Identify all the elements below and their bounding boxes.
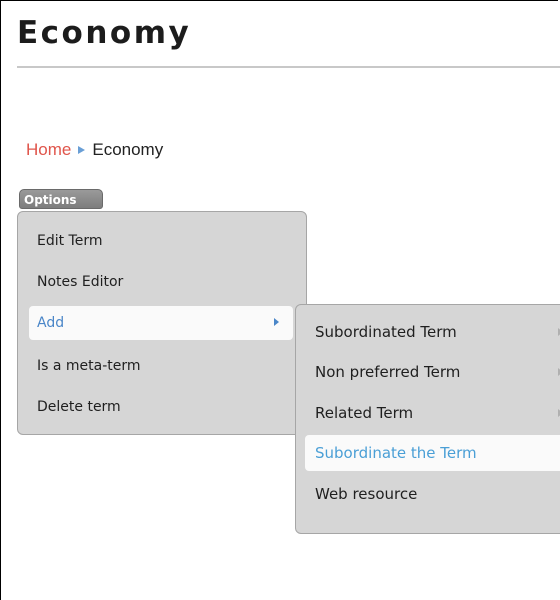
submenu-item-label: Non preferred Term	[315, 363, 461, 381]
breadcrumb: Home Economy	[26, 140, 163, 160]
options-menu: Edit Term Notes Editor Add Is a meta-ter…	[17, 211, 307, 435]
submenu-item-label: Web resource	[315, 485, 418, 503]
submenu-item-label: Subordinated Term	[315, 323, 457, 341]
chevron-right-icon	[274, 318, 279, 326]
title-divider	[17, 66, 560, 68]
submenu-item-non-preferred-term[interactable]: Non preferred Term	[305, 354, 560, 390]
menu-item-label: Is a meta-term	[37, 358, 141, 374]
submenu-item-related-term[interactable]: Related Term	[305, 395, 560, 431]
right-triangle-icon	[78, 146, 86, 154]
submenu-item-web-resource[interactable]: Web resource	[305, 476, 560, 512]
breadcrumb-home-link[interactable]: Home	[26, 140, 71, 160]
submenu-item-subordinate-the-term[interactable]: Subordinate the Term	[305, 435, 560, 471]
submenu-item-label: Subordinate the Term	[315, 444, 477, 462]
menu-item-add[interactable]: Add	[29, 306, 293, 340]
breadcrumb-current: Economy	[92, 140, 164, 159]
menu-item-notes-editor[interactable]: Notes Editor	[29, 265, 123, 299]
menu-item-label: Add	[37, 315, 65, 331]
options-button[interactable]: Options	[19, 189, 103, 209]
page-title: Economy	[17, 15, 192, 51]
menu-item-meta-term[interactable]: Is a meta-term	[29, 349, 141, 383]
submenu-item-label: Related Term	[315, 404, 414, 422]
menu-item-label: Delete term	[37, 399, 121, 415]
menu-item-label: Notes Editor	[37, 274, 124, 290]
menu-item-edit-term[interactable]: Edit Term	[29, 224, 103, 258]
submenu-item-subordinated-term[interactable]: Subordinated Term	[305, 314, 560, 350]
menu-item-label: Edit Term	[37, 233, 103, 249]
add-submenu: Subordinated Term Non preferred Term Rel…	[295, 304, 560, 534]
menu-item-delete-term[interactable]: Delete term	[29, 390, 121, 424]
